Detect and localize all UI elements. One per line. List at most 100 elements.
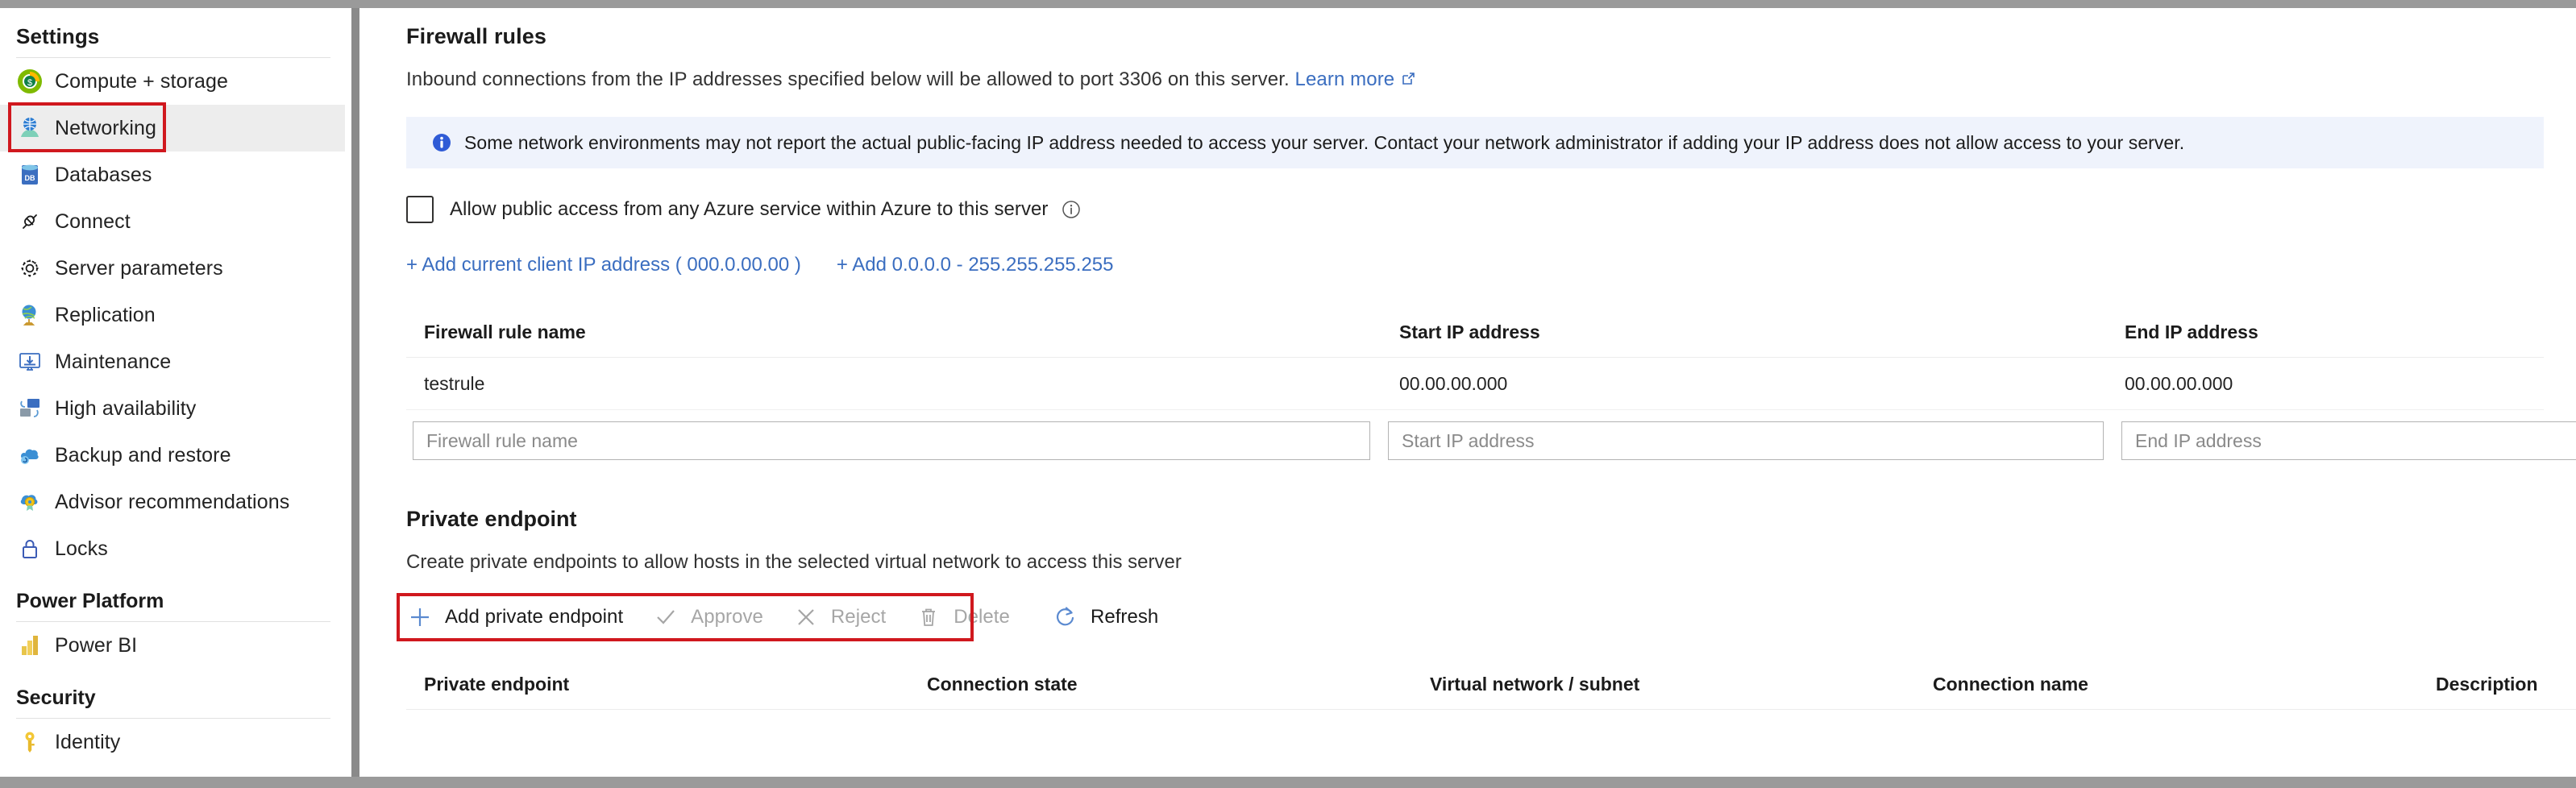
firewall-rules-table: Firewall rule name Start IP address End …: [406, 307, 2544, 410]
databases-icon: DB: [16, 161, 44, 189]
cell-firewall-rule-name: testrule: [424, 372, 485, 394]
sidebar-heading: Settings: [16, 24, 100, 48]
command-label: Reject: [830, 606, 887, 628]
sidebar-group-security: Security: [16, 686, 96, 709]
high-availability-icon: [16, 395, 44, 422]
quick-add-ip-links: + Add current client IP address ( 000.0.…: [406, 254, 2576, 276]
advisor-icon: [16, 488, 44, 516]
sidebar-item-label: Identity: [55, 730, 121, 753]
private-endpoint-description: Create private endpoints to allow hosts …: [406, 551, 1182, 573]
sidebar-item-server-parameters[interactable]: Server parameters: [0, 245, 345, 292]
firewall-description-text: Inbound connections from the IP addresse…: [406, 68, 1290, 90]
add-private-endpoint-button[interactable]: Add private endpoint: [406, 595, 623, 640]
firewall-rules-description: Inbound connections from the IP addresse…: [406, 68, 2576, 93]
column-header-connection-name: Connection name: [1933, 673, 2088, 695]
sidebar-item-label: Compute + storage: [55, 69, 229, 93]
refresh-icon: [1052, 603, 1079, 631]
main-content: Firewall rules Inbound connections from …: [366, 8, 2576, 777]
sidebar-item-label: Replication: [55, 303, 156, 326]
private-endpoint-command-bar: Add private endpoint Approve Reject Dele…: [397, 593, 2576, 641]
connect-icon: [16, 208, 44, 235]
replication-globe-icon: [16, 301, 44, 329]
sidebar-item-label: Maintenance: [55, 350, 172, 373]
delete-button[interactable]: Delete: [915, 595, 1010, 640]
firewall-table-header: Firewall rule name Start IP address End …: [406, 307, 2544, 358]
maintenance-icon: [16, 348, 44, 375]
column-header-description: Description: [2436, 673, 2538, 695]
sidebar-item-identity[interactable]: Identity: [0, 719, 345, 765]
plus-icon: [406, 603, 434, 631]
sidebar-group-power-platform: Power Platform: [16, 590, 164, 612]
new-rule-start-ip-input[interactable]: [1388, 421, 2104, 460]
sidebar-item-advisor-recommendations[interactable]: Advisor recommendations: [0, 479, 345, 525]
firewall-new-rule-row: [406, 421, 2576, 460]
sidebar-item-replication[interactable]: Replication: [0, 292, 345, 338]
command-label: Add private endpoint: [445, 606, 624, 628]
allow-public-access-label: Allow public access from any Azure servi…: [450, 198, 1049, 220]
sidebar-item-label: Backup and restore: [55, 443, 231, 467]
column-header-start-ip-address: Start IP address: [1399, 321, 1540, 342]
trash-icon: [915, 603, 942, 631]
sidebar-item-power-bi[interactable]: Power BI: [0, 622, 345, 669]
x-icon: [792, 603, 820, 631]
allow-public-access-checkbox[interactable]: [406, 196, 434, 223]
approve-button[interactable]: Approve: [652, 595, 763, 640]
key-icon: [16, 728, 44, 756]
allow-public-access-row[interactable]: Allow public access from any Azure servi…: [406, 196, 2576, 223]
power-bi-icon: [16, 632, 44, 659]
private-endpoint-title: Private endpoint: [406, 507, 577, 531]
refresh-button[interactable]: Refresh: [1052, 595, 1158, 640]
sidebar-item-label: Locks: [55, 537, 108, 560]
column-header-firewall-rule-name: Firewall rule name: [424, 321, 586, 342]
private-endpoint-table: Private endpoint Connection state Virtua…: [406, 659, 2576, 710]
firewall-rules-title: Firewall rules: [406, 24, 546, 48]
sidebar-item-label: Databases: [55, 163, 152, 186]
command-label: Delete: [954, 606, 1010, 628]
table-row[interactable]: testrule 00.00.00.000 00.00.00.000: [406, 358, 2544, 410]
sidebar-item-high-availability[interactable]: High availability: [0, 385, 345, 432]
cell-start-ip-address: 00.00.00.000: [1399, 372, 1508, 394]
info-banner: Some network environments may not report…: [406, 117, 2544, 168]
sidebar-item-label: Server parameters: [55, 256, 223, 280]
sidebar-item-label: Power BI: [55, 633, 138, 657]
gear-icon: [16, 255, 44, 282]
sidebar-item-maintenance[interactable]: Maintenance: [0, 338, 345, 385]
check-icon: [652, 603, 679, 631]
new-rule-end-ip-input[interactable]: [2121, 421, 2576, 460]
lock-icon: [16, 535, 44, 562]
sidebar-item-networking[interactable]: Networking: [0, 105, 345, 151]
svg-text:$: $: [27, 78, 32, 88]
networking-icon: [16, 114, 44, 142]
info-tooltip-icon[interactable]: [1061, 199, 1082, 220]
command-label: Refresh: [1090, 606, 1159, 628]
sidebar-item-locks[interactable]: Locks: [0, 525, 345, 572]
column-header-virtual-network-subnet: Virtual network / subnet: [1430, 673, 1640, 695]
add-all-ip-range-link[interactable]: + Add 0.0.0.0 - 255.255.255.255: [837, 254, 1114, 276]
sidebar-item-label: Networking: [55, 116, 157, 139]
backup-restore-icon: [16, 442, 44, 469]
new-rule-name-input[interactable]: [413, 421, 1370, 460]
column-header-end-ip-address: End IP address: [2125, 321, 2258, 342]
sidebar-scrollbar[interactable]: [345, 8, 366, 777]
info-icon: [430, 131, 453, 154]
svg-text:DB: DB: [25, 174, 35, 182]
sidebar-item-label: Advisor recommendations: [55, 490, 290, 513]
sidebar-item-label: High availability: [55, 396, 197, 420]
compute-storage-icon: $: [16, 68, 44, 95]
sidebar-item-compute-storage[interactable]: $ Compute + storage: [0, 58, 345, 105]
sidebar-item-connect[interactable]: Connect: [0, 198, 345, 245]
azure-portal-networking-page: Settings $ Compute + storage Networking …: [0, 0, 2576, 788]
cell-end-ip-address: 00.00.00.000: [2125, 372, 2233, 394]
settings-sidebar: Settings $ Compute + storage Networking …: [0, 8, 345, 777]
command-label: Approve: [691, 606, 763, 628]
column-header-private-endpoint: Private endpoint: [424, 673, 570, 695]
private-endpoint-table-header: Private endpoint Connection state Virtua…: [406, 659, 2576, 710]
reject-button[interactable]: Reject: [792, 595, 886, 640]
learn-more-link[interactable]: Learn more: [1295, 68, 1395, 90]
add-current-client-ip-link[interactable]: + Add current client IP address ( 000.0.…: [406, 254, 801, 276]
info-banner-text: Some network environments may not report…: [464, 131, 2185, 153]
sidebar-item-backup-and-restore[interactable]: Backup and restore: [0, 432, 345, 479]
sidebar-item-label: Connect: [55, 209, 131, 233]
sidebar-item-databases[interactable]: DB Databases: [0, 151, 345, 198]
external-link-icon: [1400, 70, 1416, 93]
